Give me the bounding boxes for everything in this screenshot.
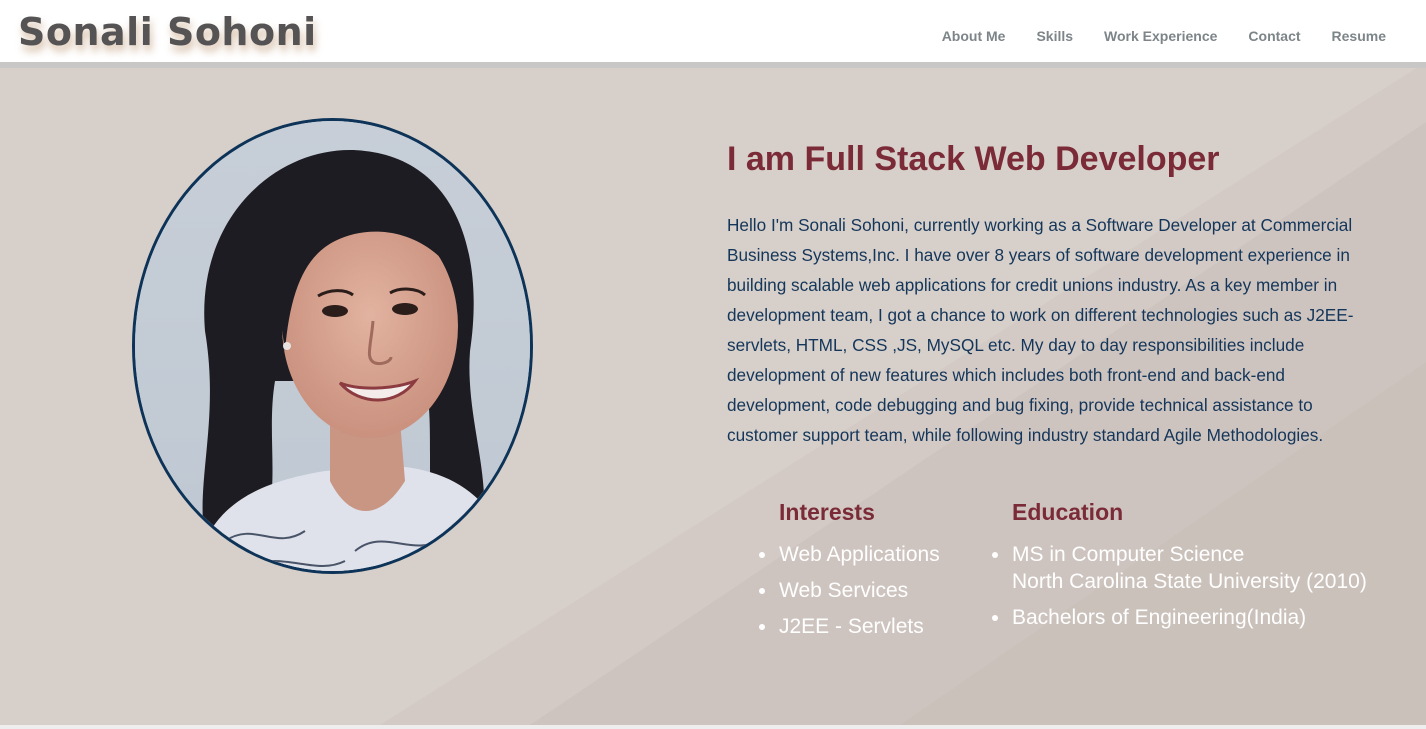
- profile-portrait-image: [135, 121, 530, 571]
- hero-headline: I am Full Stack Web Developer: [727, 140, 1220, 178]
- main-nav: About Me Skills Work Experience Contact …: [911, 28, 1386, 44]
- bullet-icon: [759, 588, 765, 594]
- education-list: MS in Computer Science North Carolina Sta…: [992, 541, 1367, 640]
- page-bottom-strip: [0, 725, 1426, 729]
- interest-label: J2EE - Servlets: [779, 615, 924, 638]
- bullet-icon: [759, 624, 765, 630]
- nav-contact[interactable]: Contact: [1248, 28, 1300, 44]
- interests-list: Web Applications Web Services J2EE - Ser…: [759, 541, 940, 649]
- bullet-icon: [992, 552, 998, 558]
- hero-section: I am Full Stack Web Developer Hello I'm …: [0, 62, 1426, 725]
- list-item: MS in Computer Science North Carolina Sta…: [992, 541, 1367, 595]
- bullet-icon: [759, 552, 765, 558]
- nav-skills[interactable]: Skills: [1036, 28, 1073, 44]
- education-degree: Bachelors of Engineering(India): [1012, 606, 1307, 629]
- nav-work-experience[interactable]: Work Experience: [1104, 28, 1217, 44]
- site-brand[interactable]: Sonali Sohoni: [18, 10, 317, 54]
- nav-about-me[interactable]: About Me: [942, 28, 1006, 44]
- interest-label: Web Applications: [779, 543, 940, 566]
- list-item: Web Applications: [759, 541, 940, 568]
- hero-bio: Hello I'm Sonali Sohoni, currently worki…: [727, 215, 1354, 445]
- list-item: J2EE - Servlets: [759, 613, 940, 640]
- education-title: Education: [1012, 499, 1124, 525]
- education-degree: MS in Computer Science: [1012, 543, 1245, 566]
- site-header: Sonali Sohoni About Me Skills Work Exper…: [0, 0, 1426, 62]
- nav-resume[interactable]: Resume: [1332, 28, 1386, 44]
- profile-photo: [132, 118, 533, 574]
- list-item: Bachelors of Engineering(India): [992, 604, 1367, 631]
- hero-top-strip: [0, 62, 1426, 68]
- education-school: North Carolina State University (2010): [1012, 570, 1367, 593]
- list-item: Web Services: [759, 577, 940, 604]
- interest-label: Web Services: [779, 579, 909, 602]
- interests-title: Interests: [779, 499, 875, 525]
- bullet-icon: [992, 615, 998, 621]
